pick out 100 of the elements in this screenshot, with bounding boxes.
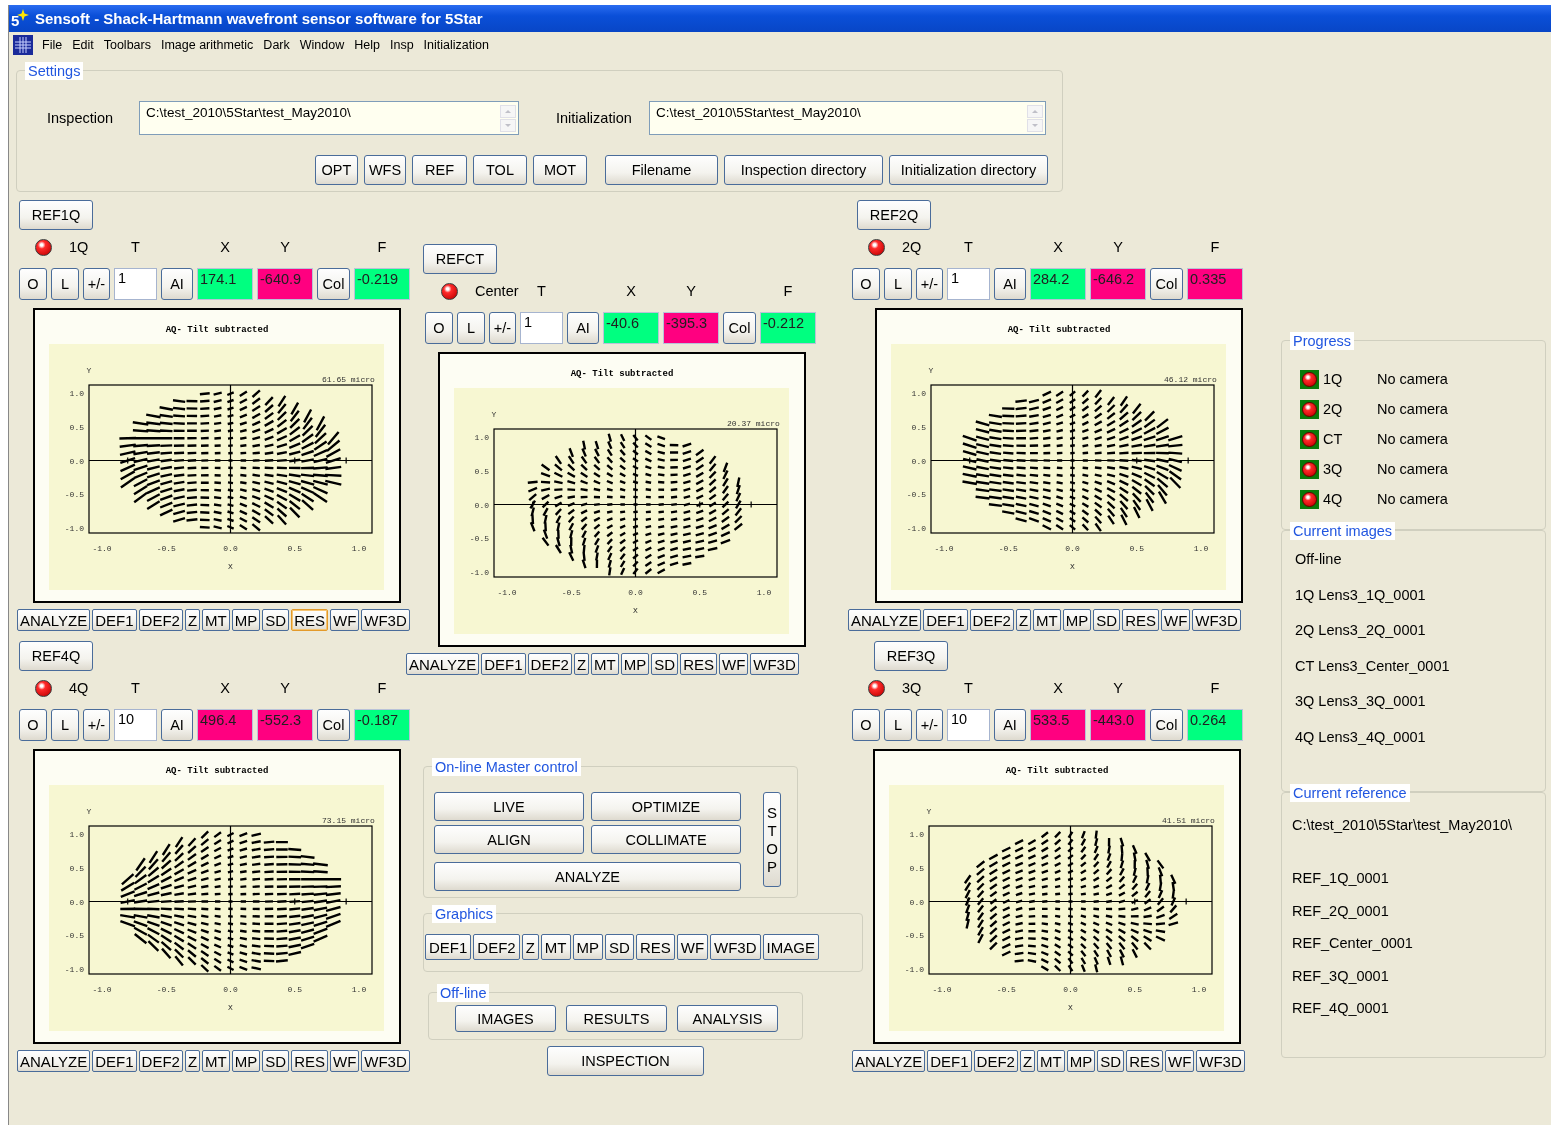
graphics-button[interactable]: ANALYZE (17, 609, 91, 631)
graphics-button[interactable]: RES (291, 609, 328, 631)
graphics-button[interactable]: MP (620, 653, 650, 675)
tool-button[interactable]: AI (994, 268, 1026, 300)
menu-item[interactable]: File (37, 37, 68, 52)
settings-button[interactable]: MOT (533, 155, 587, 185)
graphics-button[interactable]: RES (291, 1050, 328, 1072)
graphics-button[interactable]: WF3D (1196, 1050, 1245, 1072)
graphics-button[interactable]: Z (521, 934, 539, 960)
tool-button[interactable]: L (457, 312, 485, 344)
graphics-button[interactable]: ANALYZE (17, 1050, 91, 1072)
graphics-button[interactable]: WF (718, 653, 749, 675)
tool-button[interactable]: +/- (83, 268, 110, 300)
tool-button[interactable]: +/- (916, 268, 943, 300)
menu-item[interactable]: Insp (384, 37, 419, 52)
settings-button[interactable]: OPT (315, 155, 358, 185)
graphics-button[interactable]: RES (1126, 1050, 1163, 1072)
tool-button[interactable]: AI (567, 312, 599, 344)
reference-button[interactable]: REF1Q (19, 200, 93, 230)
tool-button[interactable]: Col (1150, 268, 1183, 300)
tool-button[interactable]: +/- (489, 312, 516, 344)
menu-item[interactable]: Dark (258, 37, 295, 52)
graphics-button[interactable]: WF3D (1192, 609, 1241, 631)
graphics-button[interactable]: WF (1164, 1050, 1195, 1072)
graphics-button[interactable]: Z (184, 609, 201, 631)
graphics-button[interactable]: WF3D (361, 1050, 410, 1072)
input-field[interactable]: 1 (520, 312, 563, 344)
tool-button[interactable]: O (19, 268, 47, 300)
graphics-button[interactable]: SD (1093, 609, 1121, 631)
settings-button[interactable]: WFS (364, 155, 406, 185)
graphics-button[interactable]: MT (1037, 1050, 1065, 1072)
graphics-button[interactable]: DEF1 (92, 1050, 137, 1072)
graphics-button[interactable]: SD (651, 653, 679, 675)
graphics-button[interactable]: RES (1122, 609, 1159, 631)
tool-button[interactable]: L (51, 268, 79, 300)
graphics-button[interactable]: ANALYZE (848, 609, 922, 631)
menu-item[interactable]: Help (349, 37, 385, 52)
graphics-button[interactable]: MT (202, 1050, 230, 1072)
tool-button[interactable]: +/- (916, 709, 943, 741)
settings-button[interactable]: Inspection directory (724, 155, 883, 185)
menu-item[interactable]: Toolbars (98, 37, 156, 52)
graphics-button[interactable]: Z (184, 1050, 201, 1072)
graphics-button[interactable]: DEF2 (473, 934, 520, 960)
graphics-button[interactable]: SD (1097, 1050, 1125, 1072)
control-button[interactable]: LIVE (434, 792, 584, 821)
graphics-button[interactable]: MP (1066, 1050, 1096, 1072)
graphics-button[interactable]: MT (1033, 609, 1061, 631)
graphics-button[interactable]: MT (540, 934, 571, 960)
reference-button[interactable]: REFCT (423, 244, 497, 274)
input-field[interactable]: 10 (947, 709, 990, 741)
stop-button[interactable]: STOP (763, 792, 781, 887)
graphics-button[interactable]: MT (591, 653, 619, 675)
tool-button[interactable]: AI (161, 709, 193, 741)
graphics-button[interactable]: IMAGE (762, 934, 819, 960)
graphics-button[interactable]: DEF2 (138, 609, 183, 631)
tool-button[interactable]: L (884, 268, 912, 300)
control-button[interactable]: COLLIMATE (591, 825, 741, 854)
graphics-button[interactable]: ANALYZE (852, 1050, 926, 1072)
tool-button[interactable]: Col (317, 709, 350, 741)
graphics-button[interactable]: WF3D (710, 934, 761, 960)
tool-button[interactable]: Col (1150, 709, 1183, 741)
tool-button[interactable]: AI (994, 709, 1026, 741)
graphics-button[interactable]: WF (676, 934, 709, 960)
graphics-button[interactable]: WF (1160, 609, 1191, 631)
menu-item[interactable]: Window (294, 37, 350, 52)
control-button[interactable]: ANALYZE (434, 862, 741, 891)
graphics-button[interactable]: DEF1 (927, 1050, 972, 1072)
graphics-button[interactable]: DEF1 (92, 609, 137, 631)
input-field[interactable]: 10 (114, 709, 157, 741)
tool-button[interactable]: L (51, 709, 79, 741)
graphics-button[interactable]: WF3D (750, 653, 799, 675)
tool-button[interactable]: O (19, 709, 47, 741)
menu-item[interactable]: Image arithmetic (155, 37, 259, 52)
offline-button[interactable]: RESULTS (566, 1005, 667, 1032)
reference-button[interactable]: REF3Q (874, 641, 948, 671)
menu-item[interactable]: Initialization (418, 37, 494, 52)
tool-button[interactable]: Col (317, 268, 350, 300)
reference-button[interactable]: REF2Q (857, 200, 931, 230)
graphics-button[interactable]: RES (680, 653, 717, 675)
tool-button[interactable]: O (852, 268, 880, 300)
graphics-button[interactable]: WF (329, 609, 360, 631)
graphics-button[interactable]: MP (572, 934, 604, 960)
offline-button[interactable]: ANALYSIS (677, 1005, 778, 1032)
tool-button[interactable]: O (852, 709, 880, 741)
graphics-button[interactable]: ANALYZE (406, 653, 480, 675)
tool-button[interactable]: Col (723, 312, 756, 344)
graphics-button[interactable]: SD (262, 1050, 290, 1072)
graphics-button[interactable]: MP (231, 1050, 261, 1072)
offline-button[interactable]: IMAGES (455, 1005, 556, 1032)
menu-item[interactable]: Edit (67, 37, 99, 52)
graphics-button[interactable]: WF3D (361, 609, 410, 631)
path-field[interactable]: C:\test_2010\5Star\test_May2010\ (139, 101, 519, 135)
control-button[interactable]: ALIGN (434, 825, 584, 854)
settings-button[interactable]: Filename (605, 155, 718, 185)
input-field[interactable]: 1 (114, 268, 157, 300)
inspection-button[interactable]: INSPECTION (547, 1046, 704, 1076)
graphics-button[interactable]: WF (329, 1050, 360, 1072)
graphics-button[interactable]: SD (262, 609, 290, 631)
graphics-button[interactable]: DEF1 (923, 609, 968, 631)
graphics-button[interactable]: DEF2 (973, 1050, 1018, 1072)
